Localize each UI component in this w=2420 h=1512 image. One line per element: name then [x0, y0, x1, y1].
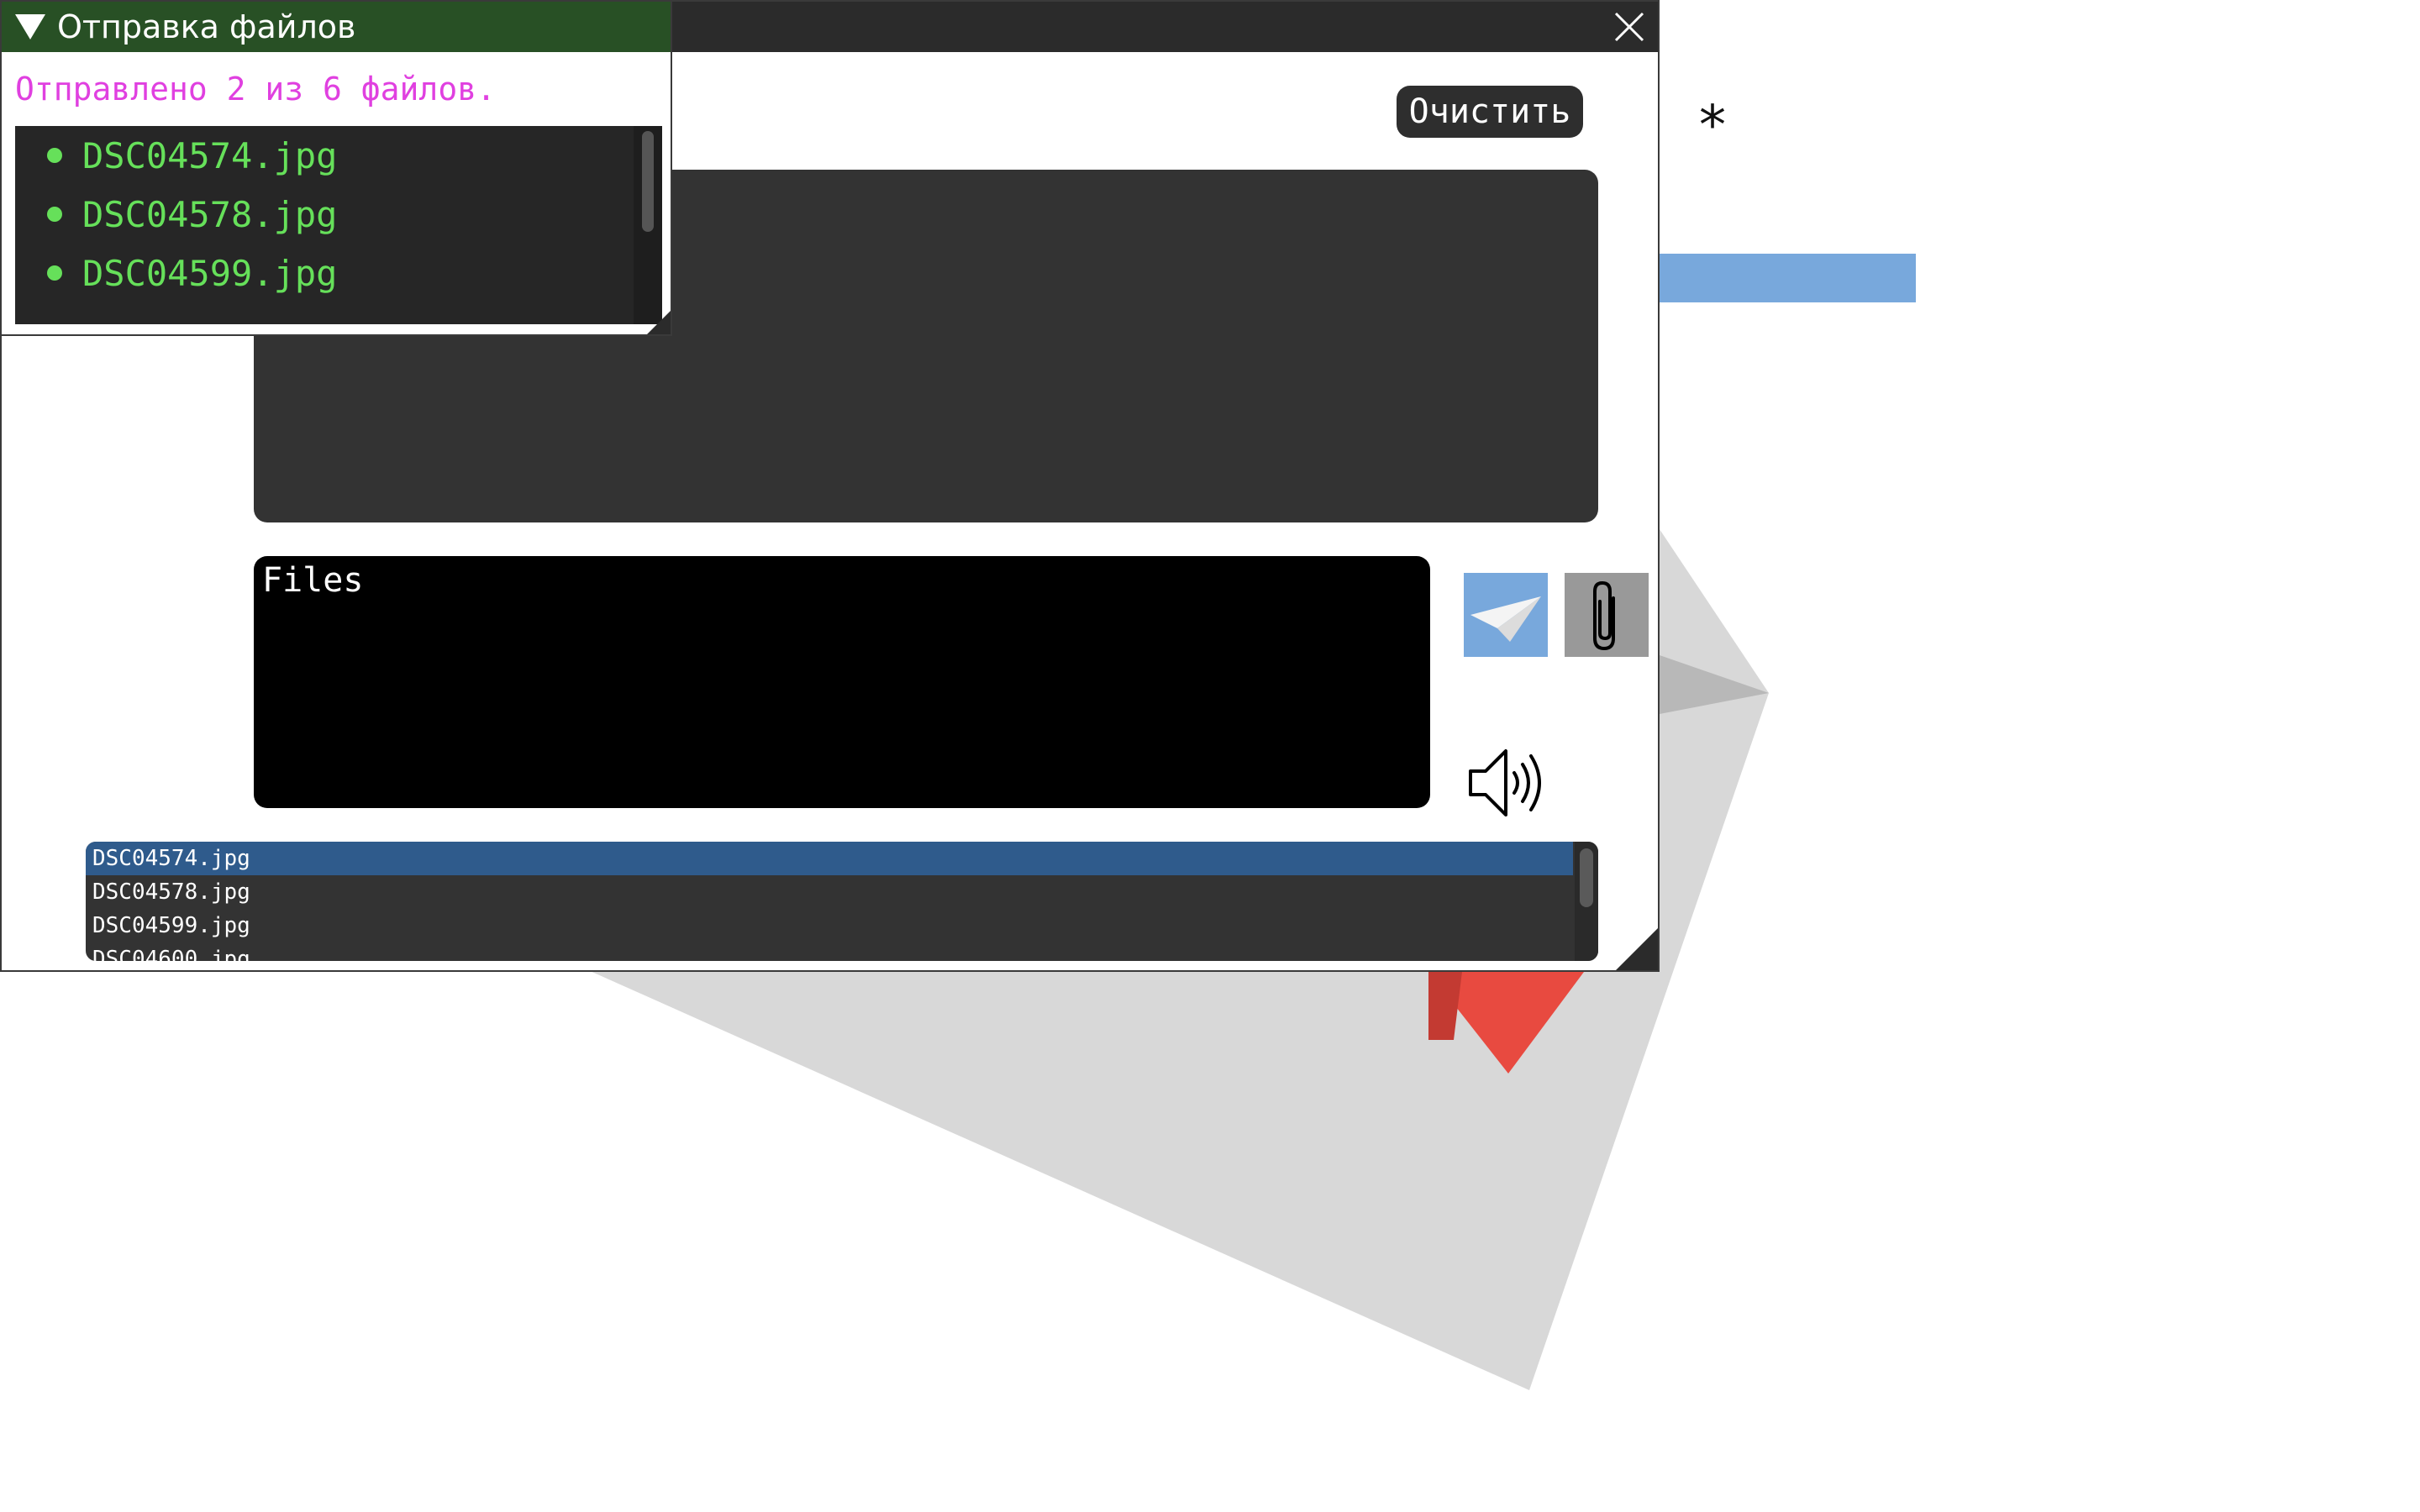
file-list-row[interactable]: DSC04599.jpg [86, 909, 1573, 942]
blue-progress-strip [1659, 254, 1916, 302]
uploaded-file-name: DSC04578.jpg [82, 193, 338, 235]
file-list-scrollbar[interactable] [1575, 842, 1598, 961]
file-list-row[interactable]: DSC04574.jpg [86, 842, 1573, 875]
bullet-icon [47, 207, 62, 222]
triangle-down-icon[interactable] [15, 14, 45, 39]
close-button[interactable] [1612, 10, 1646, 44]
asterisk-mark: * [1699, 95, 1726, 157]
resize-grip[interactable] [647, 311, 671, 334]
attach-button[interactable] [1565, 573, 1649, 657]
send-button[interactable] [1464, 573, 1548, 657]
file-list-row[interactable]: DSC04578.jpg [86, 875, 1573, 909]
file-list-row[interactable]: DSC04600.jpg [86, 942, 1573, 961]
bullet-icon [47, 265, 62, 281]
files-label: Files [262, 561, 364, 600]
close-icon [1614, 12, 1644, 42]
uploaded-file-item: DSC04578.jpg [15, 185, 662, 244]
paper-plane-icon [1470, 596, 1541, 642]
uploaded-files-list: DSC04574.jpg DSC04578.jpg DSC04599.jpg [15, 126, 662, 324]
files-drop-area[interactable]: Files [254, 556, 1430, 808]
speaker-icon [1469, 749, 1541, 816]
resize-grip[interactable] [1616, 928, 1658, 970]
upload-list-scrollbar[interactable] [634, 126, 662, 324]
uploaded-file-item: DSC04599.jpg [15, 244, 662, 302]
scrollbar-thumb[interactable] [1580, 848, 1593, 907]
file-list[interactable]: DSC04574.jpg DSC04578.jpg DSC04599.jpg D… [86, 842, 1598, 961]
upload-panel-header[interactable]: Отправка файлов [2, 2, 671, 52]
clear-button[interactable]: Очистить [1397, 86, 1583, 138]
scrollbar-thumb[interactable] [642, 131, 654, 232]
uploaded-file-name: DSC04599.jpg [82, 252, 338, 294]
upload-panel-title: Отправка файлов [57, 8, 356, 45]
uploaded-file-name: DSC04574.jpg [82, 134, 338, 176]
uploaded-file-item: DSC04574.jpg [15, 126, 662, 185]
speaker-button[interactable] [1464, 739, 1551, 827]
upload-status-text: Отправлено 2 из 6 файлов. [15, 71, 496, 108]
paperclip-icon [1593, 580, 1615, 651]
bullet-icon [47, 148, 62, 163]
upload-panel: Отправка файлов Отправлено 2 из 6 файлов… [0, 0, 672, 336]
